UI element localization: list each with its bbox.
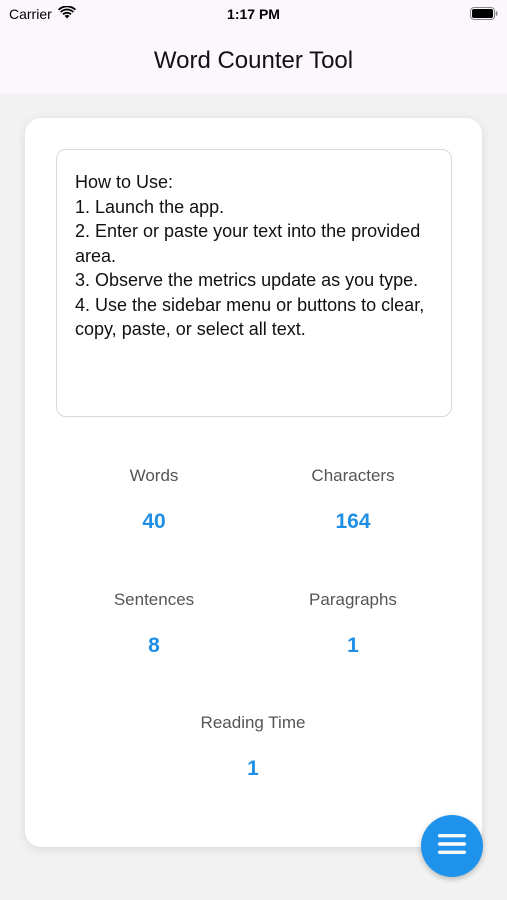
app-screen: Carrier 1:17 PM Word Counter Tool How to…	[0, 0, 507, 900]
metric-characters: Characters 164	[253, 466, 453, 534]
metric-reading-time: Reading Time 1	[153, 713, 353, 781]
metric-sentences: Sentences 8	[54, 590, 254, 658]
menu-icon	[438, 833, 466, 860]
metric-sentences-value: 8	[148, 634, 160, 657]
status-bar: Carrier 1:17 PM	[0, 0, 507, 28]
status-time: 1:17 PM	[227, 6, 280, 22]
metric-sentences-label: Sentences	[113, 590, 195, 609]
metric-words-label: Words	[129, 466, 179, 485]
battery-icon	[470, 7, 498, 20]
metric-paragraphs-value: 1	[347, 634, 359, 657]
page-title: Word Counter Tool	[153, 47, 354, 74]
text-input-area[interactable]: How to Use: 1. Launch the app. 2. Enter …	[56, 149, 452, 417]
metric-reading-time-label: Reading Time	[200, 713, 306, 732]
metric-paragraphs: Paragraphs 1	[253, 590, 453, 658]
menu-button[interactable]	[421, 815, 483, 877]
metric-words-value: 40	[142, 510, 166, 533]
metric-reading-time-value: 1	[247, 757, 259, 780]
metric-characters-label: Characters	[311, 466, 395, 485]
metric-characters-value: 164	[335, 510, 371, 533]
metric-words: Words 40	[54, 466, 254, 534]
metric-paragraphs-label: Paragraphs	[309, 590, 397, 609]
navigation-bar: Word Counter Tool	[0, 28, 507, 94]
content-card: How to Use: 1. Launch the app. 2. Enter …	[25, 118, 482, 847]
